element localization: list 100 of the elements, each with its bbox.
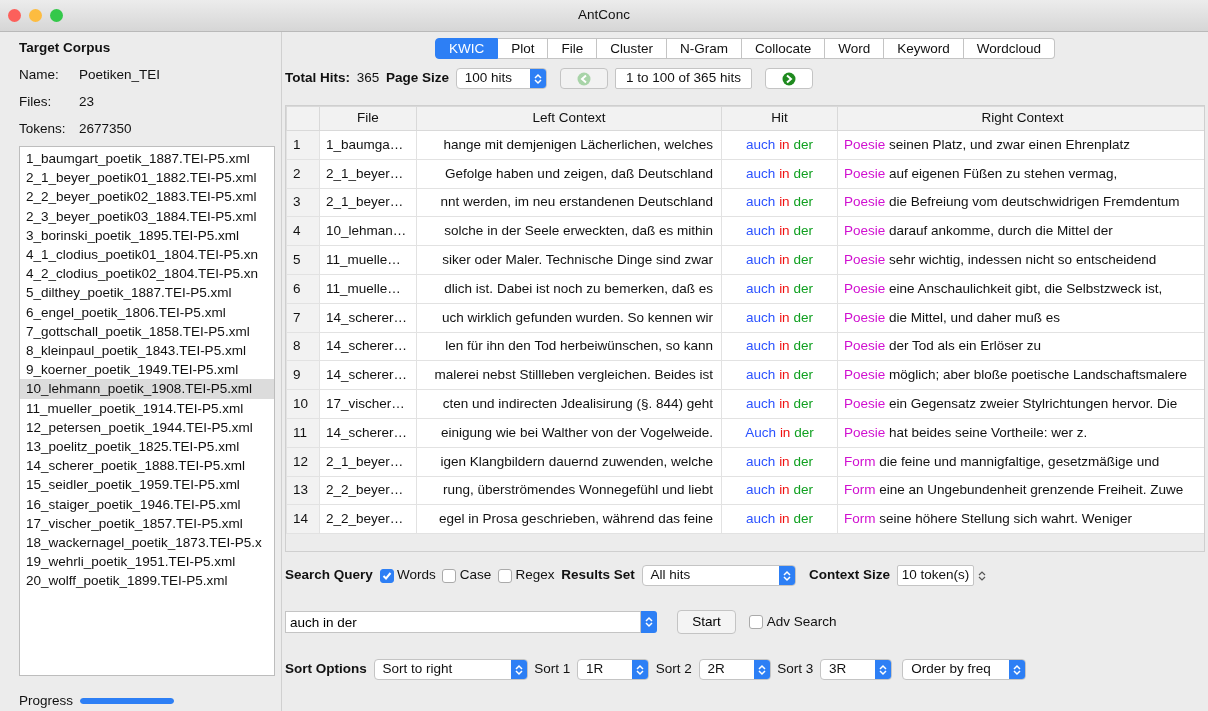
close-button[interactable] <box>8 9 21 22</box>
hit-cell: auch in der <box>721 188 838 217</box>
hit-cell: auch in der <box>721 159 838 189</box>
hit-cell: auch in der <box>721 245 838 275</box>
sort-level-label: Sort 3 <box>777 660 814 679</box>
file-list-item[interactable]: 18_wackernagel_poetik_1873.TEI-P5.x <box>20 533 274 553</box>
start-button[interactable]: Start <box>677 610 736 634</box>
field-value: Poetiken_TEI <box>79 66 161 84</box>
file-list-item[interactable]: 17_vischer_poetik_1857.TEI-P5.xml <box>20 513 274 534</box>
context-size-field[interactable]: 10 token(s) <box>896 565 975 586</box>
file-cell: 17_vischer… <box>319 389 417 419</box>
file-cell: 14_scherer… <box>319 303 417 333</box>
file-list-item[interactable]: 7_gottschall_poetik_1858.TEI-P5.xml <box>20 321 274 342</box>
column-header[interactable]: Right Context <box>837 106 1204 131</box>
checkbox-label: Adv Search <box>766 612 837 631</box>
check-icon <box>381 570 392 581</box>
hit-cell: auch in der <box>721 504 838 534</box>
field-label: Tokens: <box>19 120 67 138</box>
page-size-select[interactable]: 100 hits <box>455 68 547 89</box>
file-cell: 2_1_beyer… <box>319 188 417 217</box>
left-context-cell: len für ihn den Tod herbeiwünschen, so kann <box>416 332 722 361</box>
checkbox[interactable] <box>442 568 457 583</box>
file-list-item[interactable]: 9_koerner_poetik_1949.TEI-P5.xml <box>20 360 274 380</box>
left-context-cell: dlich ist. Dabei ist noch zu bemerken, daß es <box>416 274 722 304</box>
tab[interactable]: Cluster <box>597 38 667 59</box>
checkbox-label: Regex <box>515 566 555 585</box>
progress-label: Progress <box>19 691 74 710</box>
file-list-item[interactable]: 20_wolff_poetik_1899.TEI-P5.xml <box>20 571 274 591</box>
tab[interactable]: File <box>548 38 598 59</box>
row-number: 9 <box>286 360 320 390</box>
tab[interactable]: Collocate <box>741 38 826 59</box>
results-set-select[interactable]: All hits <box>641 565 796 586</box>
hit-cell: auch in der <box>721 332 838 361</box>
file-list-item[interactable]: 11_mueller_poetik_1914.TEI-P5.xml <box>20 398 274 418</box>
row-number: 1 <box>286 130 320 160</box>
left-context-cell: hange mit demjenigen Lächerlichen, welches <box>416 130 722 160</box>
file-list-item[interactable]: 5_dilthey_poetik_1887.TEI-P5.xml <box>20 283 274 303</box>
page-range-field: 1 to 100 of 365 hits <box>615 68 752 89</box>
hit-cell: auch in der <box>721 274 838 304</box>
left-context-cell: solche in der Seele erweckten, daß es mithin <box>416 216 722 246</box>
order-select[interactable]: Order by freq <box>902 659 1027 680</box>
file-list-item[interactable]: 4_1_clodius_poetik01_1804.TEI-P5.xn <box>20 245 274 265</box>
hit-cell: auch in der <box>721 447 838 477</box>
file-list-item[interactable]: 10_lehmann_poetik_1908.TEI-P5.xml <box>20 379 274 399</box>
row-number: 13 <box>286 476 320 505</box>
chevron-icon <box>632 660 649 679</box>
row-number: 3 <box>286 188 320 217</box>
dropdown-button[interactable] <box>641 611 657 633</box>
left-context-cell: uch wirklich gefunden wurden. So kennen wir <box>416 303 722 333</box>
tab[interactable]: Plot <box>498 38 549 59</box>
sort-level-select[interactable]: 2R <box>698 659 771 680</box>
hit-cell: auch in der <box>721 389 838 419</box>
chevron-icon <box>1009 660 1026 679</box>
file-list-item[interactable]: 15_seidler_poetik_1959.TEI-P5.xml <box>20 475 274 495</box>
tab[interactable]: Wordcloud <box>963 38 1056 59</box>
file-list-item[interactable]: 2_1_beyer_poetik01_1882.TEI-P5.xml <box>20 168 274 188</box>
column-header[interactable]: Hit <box>721 106 838 131</box>
file-list-item[interactable]: 13_poelitz_poetik_1825.TEI-P5.xml <box>20 437 274 457</box>
file-list-item[interactable]: 8_kleinpaul_poetik_1843.TEI-P5.xml <box>20 341 274 361</box>
tab[interactable]: Keyword <box>884 38 964 59</box>
search-query-label: Search Query <box>285 566 373 585</box>
search-query-field[interactable]: auch in der <box>285 611 641 633</box>
sort-level-select[interactable]: 1R <box>577 659 650 680</box>
file-list-item[interactable]: 19_wehrli_poetik_1951.TEI-P5.xml <box>20 552 274 572</box>
chevron-icon <box>529 69 546 88</box>
file-list-item[interactable]: 2_3_beyer_poetik03_1884.TEI-P5.xml <box>20 206 274 226</box>
hit-cell: Auch in der <box>721 418 838 448</box>
file-list-item[interactable]: 1_baumgart_poetik_1887.TEI-P5.xml <box>20 149 274 169</box>
tab[interactable]: Word <box>825 38 885 59</box>
file-list-item[interactable]: 6_engel_poetik_1806.TEI-P5.xml <box>20 302 274 322</box>
left-context-cell: malerei nebst Stillleben vergleichen. Beides ist <box>416 360 722 390</box>
checkbox[interactable] <box>498 568 513 583</box>
tab[interactable]: N-Gram <box>666 38 742 59</box>
hit-cell: auch in der <box>721 476 838 505</box>
row-number: 12 <box>286 447 320 477</box>
file-list-item[interactable]: 12_petersen_poetik_1944.TEI-P5.xml <box>20 417 274 438</box>
field-label: Name: <box>19 66 60 84</box>
checkbox[interactable] <box>379 568 394 583</box>
file-list-item[interactable]: 2_2_beyer_poetik02_1883.TEI-P5.xml <box>20 187 274 207</box>
file-cell: 14_scherer… <box>319 418 417 448</box>
row-number: 11 <box>286 418 320 448</box>
file-cell: 2_1_beyer… <box>319 159 417 189</box>
chevron-icon <box>510 660 527 679</box>
file-cell: 14_scherer… <box>319 332 417 361</box>
checkbox[interactable] <box>749 615 764 629</box>
file-list-item[interactable]: 3_borinski_poetik_1895.TEI-P5.xml <box>20 225 274 245</box>
minimize-button[interactable] <box>29 9 42 22</box>
hit-cell: auch in der <box>721 303 838 333</box>
file-list-item[interactable]: 4_2_clodius_poetik02_1804.TEI-P5.xn <box>20 264 274 284</box>
file-list-item[interactable]: 16_staiger_poetik_1946.TEI-P5.xml <box>20 494 274 514</box>
left-context-cell: igen Klangbildern dauernd zuwenden, welche <box>416 447 722 477</box>
next-page-button[interactable] <box>765 68 814 89</box>
sort-mode-select[interactable]: Sort to right <box>373 659 528 680</box>
column-header[interactable]: File <box>319 106 417 131</box>
column-header[interactable]: Left Context <box>416 106 722 131</box>
file-list-item[interactable]: 14_scherer_poetik_1888.TEI-P5.xml <box>20 456 274 476</box>
tab[interactable]: KWIC <box>434 38 499 59</box>
file-cell: 2_2_beyer… <box>319 504 417 534</box>
sort-level-select[interactable]: 3R <box>820 659 893 680</box>
zoom-button[interactable] <box>50 9 63 22</box>
